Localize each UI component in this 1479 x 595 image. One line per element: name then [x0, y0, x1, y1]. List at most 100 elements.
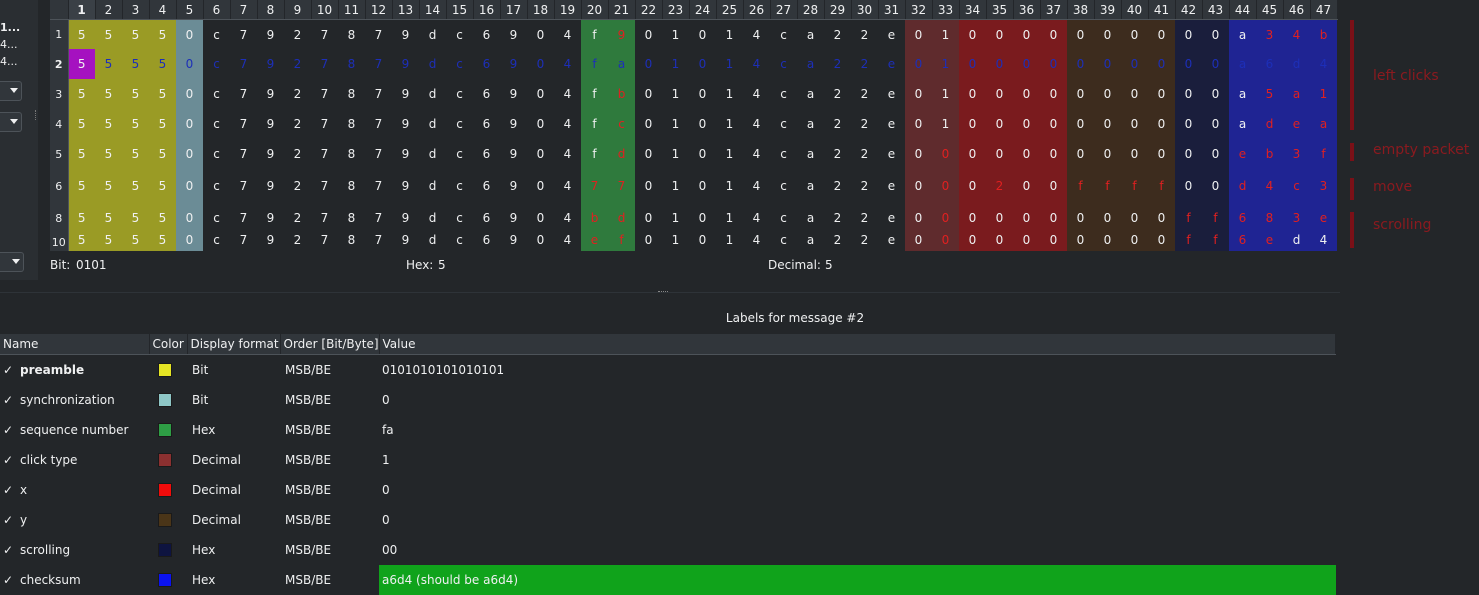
label-display-format[interactable]: Bit — [187, 385, 280, 415]
hex-cell[interactable]: 0 — [527, 79, 554, 109]
hex-cell[interactable]: 1 — [662, 20, 689, 50]
hex-cell[interactable]: 9 — [392, 20, 419, 50]
hex-cell[interactable]: 0 — [176, 203, 203, 233]
hex-cell[interactable]: 0 — [1202, 109, 1229, 139]
hex-cell[interactable]: 0 — [1013, 169, 1040, 203]
hex-cell[interactable]: 0 — [959, 49, 986, 79]
hex-cell[interactable]: 0 — [1040, 203, 1067, 233]
hex-cell[interactable]: 0 — [959, 79, 986, 109]
hex-cell[interactable]: 8 — [338, 49, 365, 79]
row-header[interactable]: 4 — [50, 109, 69, 139]
hex-cell[interactable]: 5 — [149, 139, 176, 169]
hex-cell[interactable]: 9 — [500, 20, 527, 50]
hex-cell[interactable]: 2 — [851, 203, 878, 233]
hex-cell[interactable]: 1 — [716, 139, 743, 169]
splitter-handle[interactable] — [35, 110, 38, 120]
hex-cell[interactable]: 9 — [257, 203, 284, 233]
label-color-cell[interactable] — [149, 385, 187, 415]
hex-cell[interactable]: 0 — [1013, 49, 1040, 79]
hex-cell[interactable]: 0 — [635, 169, 662, 203]
hex-cell[interactable]: 0 — [1094, 79, 1121, 109]
hex-cell[interactable]: 0 — [635, 109, 662, 139]
label-order[interactable]: MSB/BE — [280, 415, 379, 445]
label-color-cell[interactable] — [149, 475, 187, 505]
hex-cell[interactable]: 5 — [68, 169, 95, 203]
hex-cell[interactable]: d — [419, 20, 446, 50]
hex-cell[interactable]: 0 — [1094, 203, 1121, 233]
label-color-cell[interactable] — [149, 535, 187, 565]
hex-cell[interactable]: 0 — [905, 109, 932, 139]
hex-cell[interactable]: 0 — [986, 19, 1013, 49]
hex-cell[interactable]: f — [581, 19, 608, 49]
hex-cell[interactable]: 5 — [95, 169, 122, 203]
hex-cell[interactable]: c — [770, 139, 797, 169]
hex-cell[interactable]: f — [1202, 233, 1229, 251]
hex-cell[interactable]: 1 — [1310, 79, 1337, 109]
checkbox-checked-icon[interactable]: ✓ — [3, 483, 17, 497]
hex-cell[interactable]: 6 — [1229, 233, 1256, 251]
hex-cell[interactable]: e — [878, 169, 905, 203]
hex-cell[interactable]: 2 — [284, 20, 311, 50]
hex-cell[interactable]: d — [419, 49, 446, 79]
row-header[interactable]: 2 — [50, 49, 69, 79]
hex-cell[interactable]: 4 — [743, 233, 770, 251]
table-corner[interactable] — [50, 0, 69, 20]
hex-cell[interactable]: 4 — [1310, 49, 1337, 79]
checkbox-checked-icon[interactable]: ✓ — [3, 573, 17, 587]
hex-cell[interactable]: 0 — [986, 139, 1013, 169]
hex-cell[interactable]: 0 — [905, 139, 932, 169]
hex-cell[interactable]: 4 — [743, 109, 770, 139]
hex-cell[interactable]: 5 — [149, 169, 176, 203]
header-order[interactable]: Order [Bit/Byte] — [280, 334, 380, 355]
hex-cell[interactable]: e — [1256, 233, 1283, 251]
left-combo-2[interactable] — [0, 112, 22, 132]
hex-cell[interactable]: 0 — [1040, 233, 1067, 251]
hex-cell[interactable]: 7 — [365, 79, 392, 109]
hex-cell[interactable]: c — [203, 139, 230, 169]
hex-cell[interactable]: 0 — [905, 49, 932, 79]
hex-cell[interactable]: 6 — [1256, 49, 1283, 79]
hex-cell[interactable]: 9 — [500, 233, 527, 251]
hex-cell[interactable]: d — [419, 233, 446, 251]
hex-cell[interactable]: 2 — [851, 109, 878, 139]
color-swatch[interactable] — [158, 573, 172, 588]
hex-cell[interactable]: 0 — [689, 203, 716, 233]
hex-cell[interactable]: 1 — [716, 233, 743, 251]
hex-cell[interactable]: 0 — [905, 233, 932, 251]
label-name-cell[interactable]: ✓ x — [0, 475, 149, 505]
hex-cell[interactable]: b — [1310, 19, 1337, 49]
column-header[interactable]: 2 — [95, 0, 123, 20]
hex-cell[interactable]: c — [446, 49, 473, 79]
hex-cell[interactable]: 0 — [1148, 139, 1175, 169]
column-header[interactable]: 31 — [878, 0, 906, 20]
hex-cell[interactable]: a — [1229, 109, 1256, 139]
hex-cell[interactable]: 0 — [1067, 233, 1094, 251]
hex-cell[interactable]: 0 — [1013, 203, 1040, 233]
hex-cell[interactable]: 0 — [527, 49, 554, 79]
label-row[interactable]: ✓ preamble Bit MSB/BE 0101010101010101 — [0, 355, 1336, 386]
hex-cell[interactable]: 8 — [338, 139, 365, 169]
hex-cell[interactable]: 9 — [500, 49, 527, 79]
hex-cell[interactable]: c — [608, 109, 635, 139]
label-color-cell[interactable] — [149, 415, 187, 445]
hex-cell[interactable]: 4 — [743, 79, 770, 109]
hex-cell[interactable]: 6 — [473, 169, 500, 203]
hex-cell[interactable]: e — [1310, 203, 1337, 233]
hex-cell[interactable]: c — [203, 49, 230, 79]
hex-cell[interactable]: 5 — [122, 19, 149, 49]
column-header[interactable]: 27 — [770, 0, 798, 20]
hex-cell[interactable]: 0 — [689, 233, 716, 251]
hex-cell[interactable]: 0 — [527, 109, 554, 139]
hex-cell[interactable]: 0 — [986, 49, 1013, 79]
hex-cell[interactable]: 0 — [1094, 49, 1121, 79]
splitter-handle[interactable] — [658, 291, 668, 294]
hex-cell[interactable]: 0 — [527, 139, 554, 169]
hex-cell[interactable]: 0 — [176, 49, 203, 79]
hex-cell[interactable]: c — [446, 79, 473, 109]
column-header[interactable]: 17 — [500, 0, 528, 20]
column-header[interactable]: 41 — [1148, 0, 1176, 20]
message-row[interactable]: 655550c7927879dc69047701014ca22e000200ff… — [50, 169, 1337, 203]
hex-cell[interactable]: e — [878, 79, 905, 109]
hex-cell[interactable]: d — [608, 139, 635, 169]
column-header[interactable]: 22 — [635, 0, 663, 20]
